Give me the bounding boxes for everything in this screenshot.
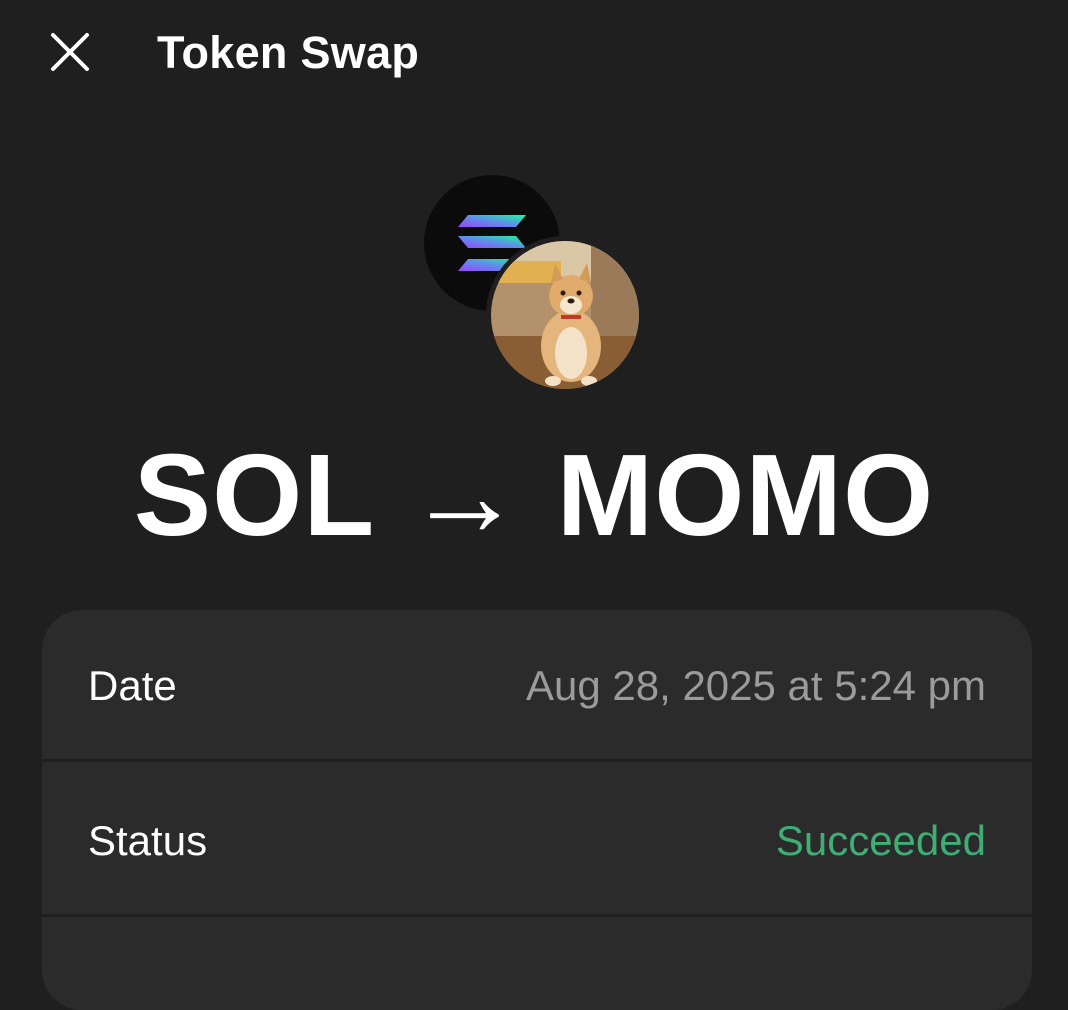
detail-row-date: Date Aug 28, 2025 at 5:24 pm (42, 610, 1032, 762)
detail-row-status: Status Succeeded (42, 765, 1032, 917)
swap-pair-heading: SOL → MOMO (0, 430, 1068, 560)
date-value: Aug 28, 2025 at 5:24 pm (525, 662, 986, 709)
to-token-symbol: MOMO (556, 430, 935, 560)
momo-token-avatar (486, 236, 644, 394)
momo-dog-avatar (491, 241, 639, 389)
token-pair-icons (424, 175, 644, 395)
header-bar: Token Swap (0, 0, 1068, 110)
from-token-symbol: SOL (133, 430, 374, 560)
date-label: Date (88, 662, 177, 709)
close-icon (51, 33, 89, 71)
arrow-right-icon: → (406, 430, 524, 560)
close-button[interactable] (46, 28, 94, 76)
status-label: Status (88, 817, 208, 864)
page-title: Token Swap (157, 27, 420, 78)
status-value: Succeeded (775, 817, 986, 864)
transaction-details-card: Date Aug 28, 2025 at 5:24 pm Status Succ… (42, 610, 1032, 1010)
